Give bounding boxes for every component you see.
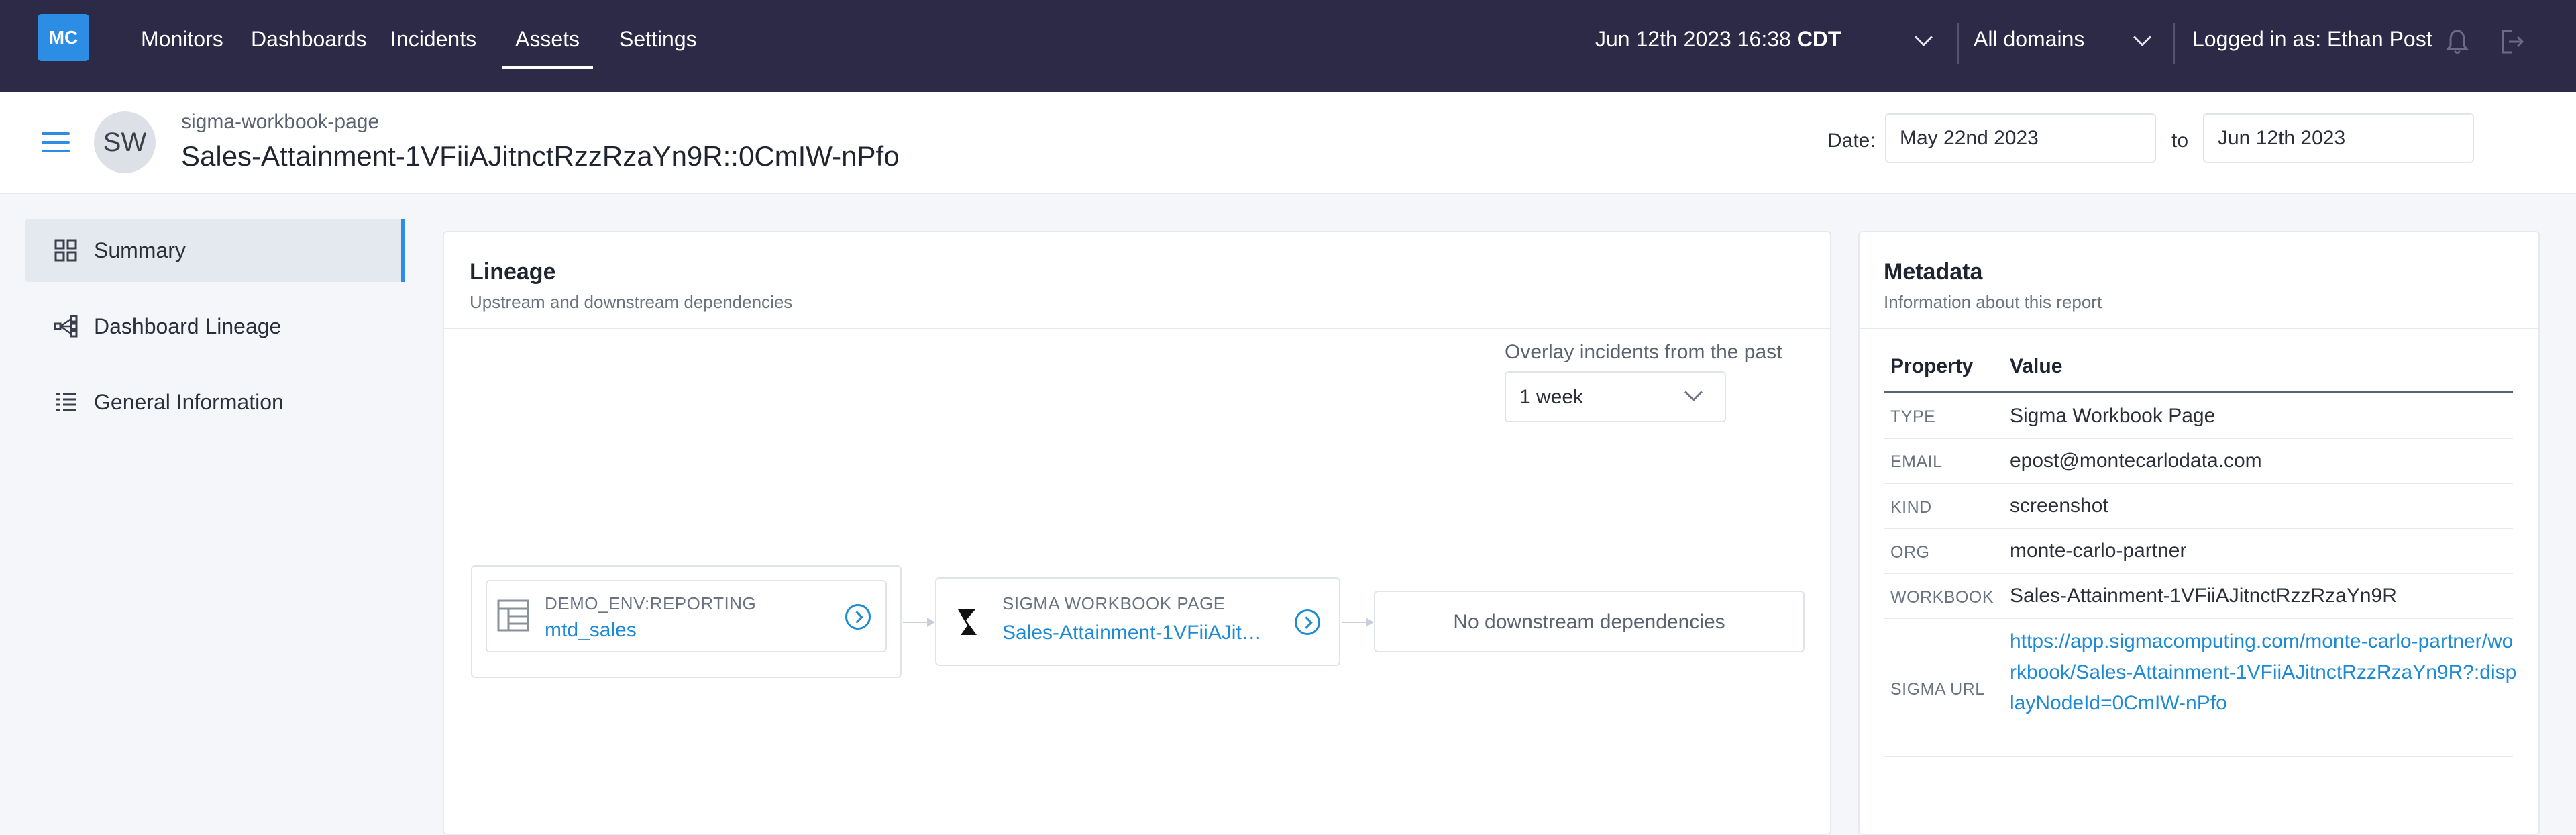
row-divider	[1884, 573, 2513, 574]
property-label: ORG	[1890, 543, 1930, 562]
nav-dashboards[interactable]: Dashboards	[251, 27, 367, 52]
divider	[1957, 23, 1959, 64]
column-header-value: Value	[2010, 355, 2063, 377]
datetime-text: Jun 12th 2023 16:38	[1595, 27, 1791, 51]
node-link[interactable]: mtd_sales	[545, 619, 637, 642]
date-from-input[interactable]: May 22nd 2023	[1885, 113, 2156, 163]
grid-icon	[54, 239, 77, 262]
table-icon	[497, 599, 529, 632]
datetime-selector[interactable]: Jun 12th 2023 16:38 CDT	[1595, 27, 1841, 52]
overlay-label: Overlay incidents from the past	[1505, 341, 1782, 363]
metadata-description: Information about this report	[1884, 292, 2102, 312]
page-title: Sales-Attainment-1VFiiAJitnctRzzRzaYn9R:…	[181, 140, 900, 172]
property-label: TYPE	[1890, 407, 1936, 426]
property-value: epost@montecarlodata.com	[2010, 450, 2262, 472]
mc-logo[interactable]: MC	[38, 14, 89, 61]
overlay-period-select[interactable]: 1 week	[1505, 371, 1726, 422]
metadata-card	[1858, 231, 2540, 835]
lineage-title: Lineage	[470, 259, 556, 285]
metadata-title: Metadata	[1884, 259, 1983, 285]
chevron-down-icon	[1684, 383, 1703, 401]
chevron-down-icon[interactable]	[2133, 28, 2151, 46]
property-value: Sales-Attainment-1VFiiAJitnctRzzRzaYn9R	[2010, 585, 2397, 607]
top-nav: MC Monitors Dashboards Incidents Assets …	[0, 0, 2576, 92]
chevron-right-icon[interactable]	[845, 604, 871, 630]
arrowhead-icon	[1366, 618, 1374, 627]
lineage-card	[443, 231, 1831, 835]
row-divider	[1884, 438, 2513, 439]
property-value: monte-carlo-partner	[2010, 540, 2187, 562]
asset-type-subtitle: sigma-workbook-page	[181, 111, 380, 133]
nav-settings[interactable]: Settings	[619, 27, 697, 52]
bell-icon[interactable]	[2446, 28, 2469, 55]
chevron-right-icon[interactable]	[1295, 609, 1320, 635]
property-value: screenshot	[2010, 495, 2108, 517]
current-node[interactable]: SIGMA WORKBOOK PAGE Sales-Attainment-1VF…	[935, 577, 1340, 666]
property-label: SIGMA URL	[1890, 680, 1985, 699]
divider	[444, 328, 1830, 329]
sigma-url-link[interactable]: https://app.sigmacomputing.com/monte-car…	[2010, 626, 2520, 719]
row-divider	[1884, 756, 2513, 757]
nav-incidents[interactable]: Incidents	[390, 27, 476, 52]
chevron-down-icon[interactable]	[1915, 28, 1933, 46]
logout-icon[interactable]	[2500, 28, 2526, 55]
table-header-line	[1884, 391, 2513, 393]
column-header-property: Property	[1890, 355, 1974, 377]
lineage-edge	[903, 622, 930, 623]
property-label: WORKBOOK	[1890, 588, 1994, 607]
nav-assets[interactable]: Assets	[501, 27, 594, 69]
node-link[interactable]: Sales-Attainment-1VFiiAJit…	[1002, 622, 1262, 644]
lineage-edge	[1342, 622, 1368, 623]
date-to-input[interactable]: Jun 12th 2023	[2203, 113, 2474, 163]
sidebar-item-general-information[interactable]: General Information	[25, 371, 405, 434]
row-divider	[1884, 618, 2513, 619]
property-label: KIND	[1890, 498, 1932, 517]
arrowhead-icon	[927, 618, 935, 627]
lineage-description: Upstream and downstream dependencies	[470, 292, 793, 312]
sidebar-item-label: General Information	[94, 389, 284, 414]
sidebar-item-summary[interactable]: Summary	[25, 219, 405, 282]
domain-select[interactable]: All domains	[1974, 27, 2084, 52]
downstream-empty-node: No downstream dependencies	[1374, 591, 1805, 652]
downstream-empty-text: No downstream dependencies	[1453, 611, 1725, 633]
node-type: SIGMA WORKBOOK PAGE	[1002, 593, 1226, 613]
page-header: SW sigma-workbook-page Sales-Attainment-…	[0, 92, 2576, 194]
nav-monitors[interactable]: Monitors	[141, 27, 223, 52]
property-value: Sigma Workbook Page	[2010, 405, 2216, 427]
sidebar-item-dashboard-lineage[interactable]: Dashboard Lineage	[25, 295, 405, 358]
row-divider	[1884, 483, 2513, 484]
upstream-node[interactable]: DEMO_ENV:REPORTING mtd_sales	[486, 580, 887, 652]
overlay-period-value: 1 week	[1519, 386, 1584, 408]
date-label: Date:	[1827, 130, 1876, 152]
sidebar-item-label: Dashboard Lineage	[94, 313, 282, 338]
avatar: SW	[94, 111, 156, 173]
row-divider	[1884, 528, 2513, 529]
lineage-icon	[54, 315, 78, 338]
node-type: DEMO_ENV:REPORTING	[545, 593, 757, 613]
list-icon	[56, 393, 76, 411]
divider	[1860, 328, 2538, 329]
divider	[2174, 23, 2175, 64]
hamburger-icon[interactable]	[42, 132, 70, 152]
sigma-icon	[958, 609, 977, 635]
property-label: EMAIL	[1890, 452, 1943, 471]
sidebar-item-label: Summary	[94, 238, 186, 262]
logged-in-user: Logged in as: Ethan Post	[2192, 27, 2432, 51]
date-to-label: to	[2171, 130, 2189, 152]
timezone: CDT	[1796, 27, 1841, 51]
